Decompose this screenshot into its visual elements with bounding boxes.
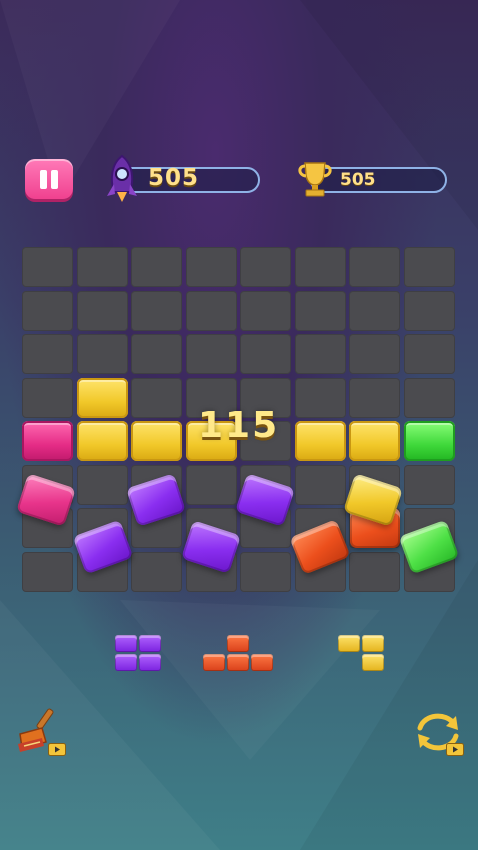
piece-t-orange[interactable] — [203, 635, 275, 673]
board-cell-empty[interactable] — [403, 290, 455, 331]
piece-block — [203, 654, 225, 671]
board-cell-empty[interactable] — [240, 247, 291, 287]
board-cell-empty[interactable] — [349, 551, 400, 592]
board-cell-empty[interactable] — [76, 334, 128, 374]
piece-block — [362, 654, 384, 671]
piece-block — [251, 654, 273, 671]
refresh-booster-button[interactable] — [410, 706, 468, 758]
video-ad-icon — [48, 743, 66, 756]
board-cell-empty[interactable] — [294, 464, 346, 505]
board-block-yellow[interactable] — [294, 421, 346, 461]
piece-block — [338, 635, 360, 652]
trophy-icon — [298, 162, 332, 197]
piece-block — [115, 635, 137, 652]
piece-square-purple[interactable] — [115, 635, 163, 673]
board-cell-empty[interactable] — [22, 377, 73, 418]
combo-score-popup: 115 — [198, 405, 280, 446]
board-cell-empty[interactable] — [76, 247, 128, 287]
board-block-yellow[interactable] — [76, 421, 128, 461]
board-cell-empty[interactable] — [240, 334, 291, 374]
board-cell-empty[interactable] — [349, 247, 400, 287]
piece-block — [362, 635, 384, 652]
board-cell-empty[interactable] — [131, 247, 182, 287]
board-cell-empty[interactable] — [294, 290, 346, 331]
best-score: 505 — [340, 170, 376, 190]
board-cell-empty[interactable] — [76, 464, 128, 505]
board-cell-empty[interactable] — [185, 290, 237, 331]
piece-l-yellow[interactable] — [338, 635, 386, 673]
board-cell-empty[interactable] — [403, 464, 455, 505]
board-cell-empty[interactable] — [22, 247, 73, 287]
board-block-yellow[interactable] — [76, 377, 128, 418]
board-cell-empty[interactable] — [22, 334, 73, 374]
video-ad-icon — [446, 743, 464, 756]
rocket-icon — [107, 154, 137, 202]
board-cell-empty[interactable] — [403, 334, 455, 374]
board-cell-empty[interactable] — [185, 334, 237, 374]
board-cell-empty[interactable] — [294, 377, 346, 418]
pause-button[interactable] — [25, 159, 73, 199]
current-score: 505 — [148, 165, 200, 191]
board-cell-empty[interactable] — [22, 551, 73, 592]
board-cell-empty[interactable] — [349, 334, 400, 374]
board-cell-empty[interactable] — [76, 290, 128, 331]
board-cell-empty[interactable] — [131, 377, 182, 418]
board-cell-empty[interactable] — [185, 247, 237, 287]
piece-block — [139, 654, 161, 671]
board-cell-empty[interactable] — [294, 334, 346, 374]
board-cell-empty[interactable] — [131, 334, 182, 374]
piece-block — [227, 635, 249, 652]
board-cell-empty[interactable] — [349, 377, 400, 418]
board-cell-empty[interactable] — [240, 551, 291, 592]
piece-block — [227, 654, 249, 671]
board-cell-empty[interactable] — [403, 247, 455, 287]
board-cell-empty[interactable] — [22, 290, 73, 331]
board-cell-empty[interactable] — [131, 551, 182, 592]
pause-icon — [40, 170, 47, 189]
board-block-yellow[interactable] — [131, 421, 182, 461]
board-block-green[interactable] — [403, 421, 455, 461]
board-cell-empty[interactable] — [294, 247, 346, 287]
board-cell-empty[interactable] — [185, 464, 237, 505]
board-cell-empty[interactable] — [131, 290, 182, 331]
piece-block — [115, 654, 137, 671]
board-cell-empty[interactable] — [403, 377, 455, 418]
piece-block — [139, 635, 161, 652]
clear-booster-button[interactable] — [12, 706, 70, 758]
board-block-pink[interactable] — [22, 421, 73, 461]
board-block-yellow[interactable] — [349, 421, 400, 461]
pause-icon-bar — [51, 170, 58, 189]
board-cell-empty[interactable] — [240, 290, 291, 331]
board-cell-empty[interactable] — [349, 290, 400, 331]
